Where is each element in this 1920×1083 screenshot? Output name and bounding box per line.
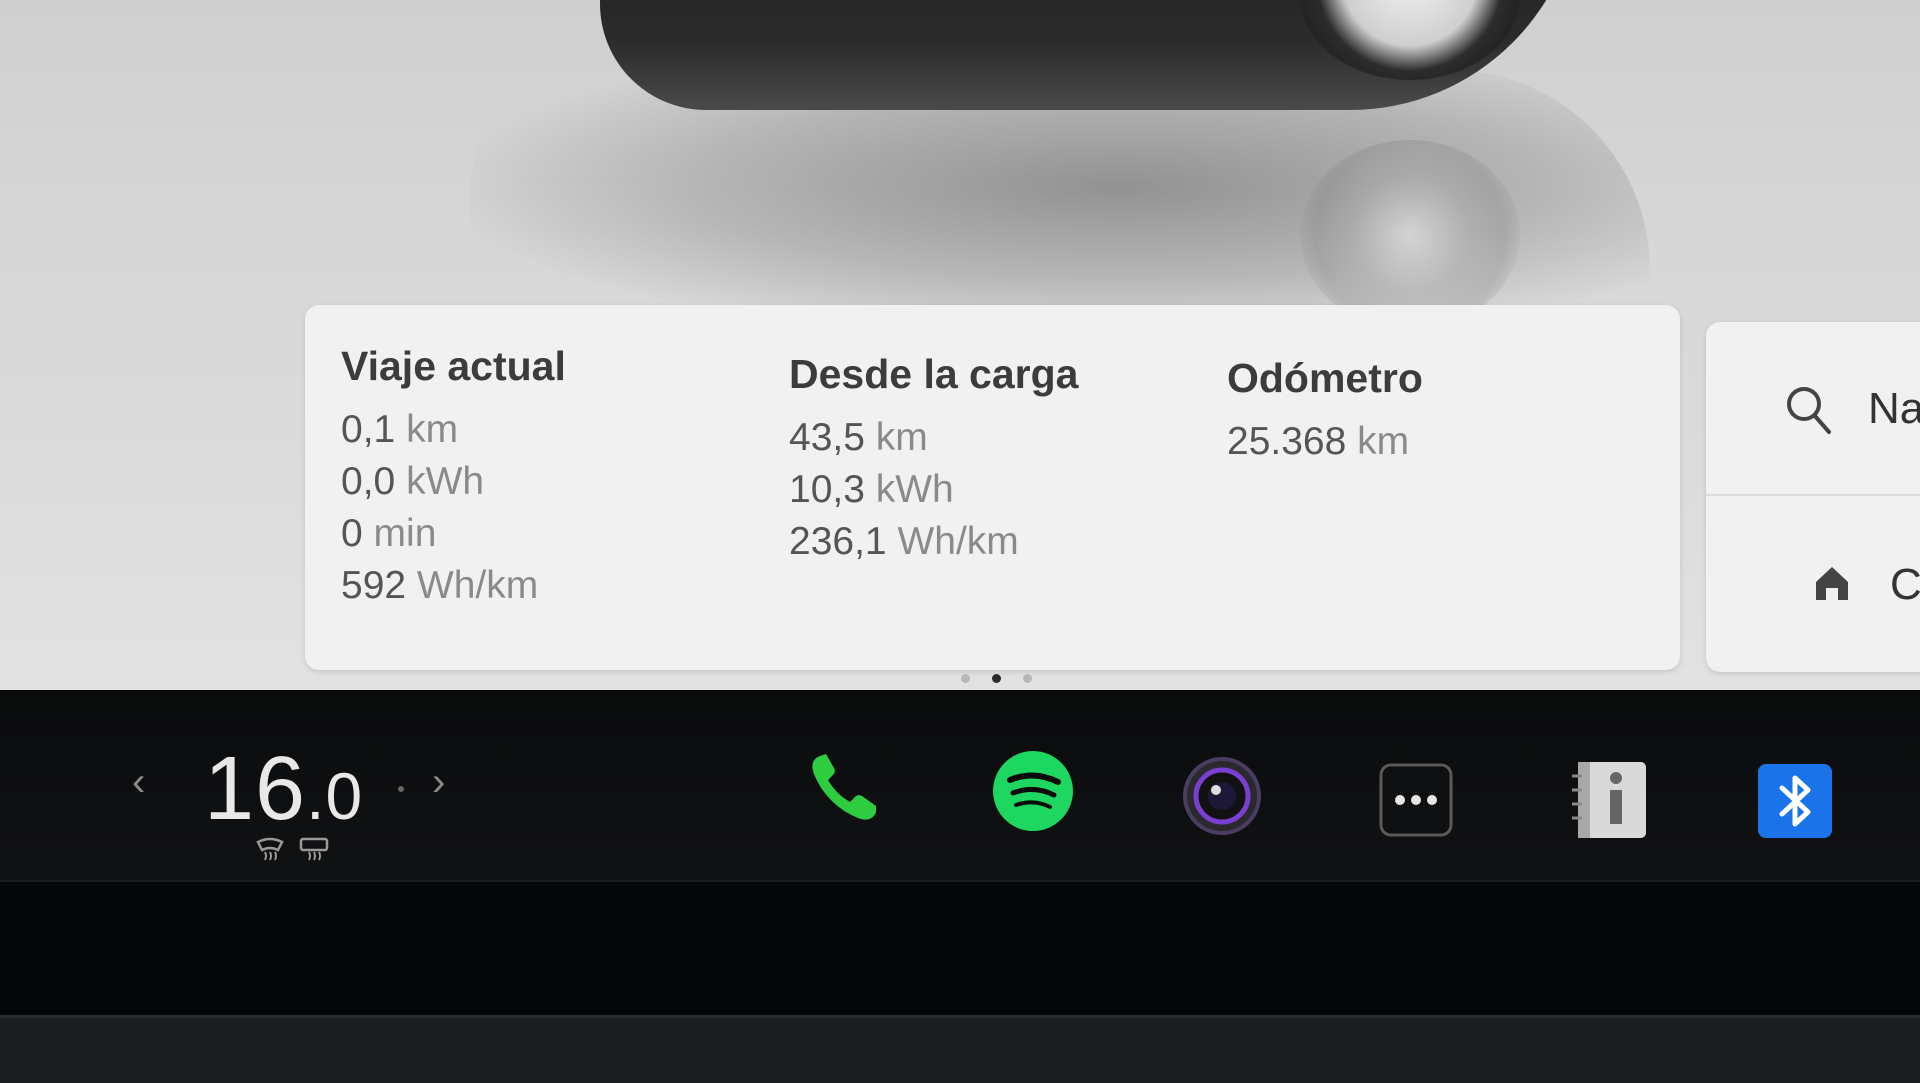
page-dot-active[interactable] — [992, 674, 1001, 683]
temperature-increase-button[interactable]: › — [432, 760, 445, 805]
since-charge-title: Desde la carga — [789, 351, 1079, 397]
odometer-title: Odómetro — [1227, 355, 1423, 401]
page-indicator — [950, 670, 1043, 683]
since-charge-energy: 10,3 kWh — [789, 468, 954, 511]
odometer-column: Odómetro 25.368 km — [1227, 355, 1423, 468]
since-charge-column: Desde la carga 43,5 km 10,3 kWh 236,1 Wh… — [789, 351, 1078, 568]
search-icon[interactable] — [1784, 384, 1832, 436]
odometer-distance: 25.368 km — [1227, 420, 1410, 463]
home-icon[interactable] — [1812, 562, 1852, 602]
page-dot[interactable] — [1023, 674, 1032, 683]
current-trip-energy: 0,0 kWh — [341, 460, 485, 503]
spotify-icon[interactable] — [992, 750, 1074, 832]
home-destination-label[interactable]: C — [1890, 560, 1920, 610]
defrost-front-icon[interactable] — [254, 836, 286, 862]
current-trip-consumption: 592 Wh/km — [341, 564, 539, 607]
page-dot[interactable] — [961, 674, 970, 683]
defrost-rear-icon[interactable] — [298, 836, 330, 862]
more-apps-icon[interactable] — [1378, 762, 1454, 838]
current-trip-time: 0 min — [341, 512, 437, 555]
screen-bezel — [0, 1015, 1920, 1083]
bluetooth-icon[interactable] — [1756, 762, 1834, 840]
temperature-decrease-button[interactable]: ‹ — [132, 760, 145, 805]
temperature-dot — [398, 786, 404, 792]
cabin-temperature[interactable]: 16.0 — [204, 738, 363, 841]
navigate-search-label[interactable]: Na — [1868, 384, 1920, 434]
since-charge-distance: 43,5 km — [789, 416, 928, 459]
divider — [0, 880, 1920, 882]
since-charge-consumption: 236,1 Wh/km — [789, 520, 1019, 563]
navigation-card: Na C — [1706, 322, 1920, 672]
vehicle-view: Viaje actual 0,1 km 0,0 kWh 0 min 592 Wh… — [0, 0, 1920, 690]
wheel-reflection — [1300, 140, 1520, 330]
trip-card[interactable]: Viaje actual 0,1 km 0,0 kWh 0 min 592 Wh… — [305, 305, 1680, 670]
current-trip-column: Viaje actual 0,1 km 0,0 kWh 0 min 592 Wh… — [341, 343, 566, 612]
phone-icon[interactable] — [806, 750, 882, 826]
manual-icon[interactable] — [1566, 760, 1650, 840]
current-trip-distance: 0,1 km — [341, 408, 459, 451]
current-trip-title: Viaje actual — [341, 343, 566, 389]
camera-icon[interactable] — [1182, 756, 1262, 836]
divider — [1706, 494, 1920, 496]
